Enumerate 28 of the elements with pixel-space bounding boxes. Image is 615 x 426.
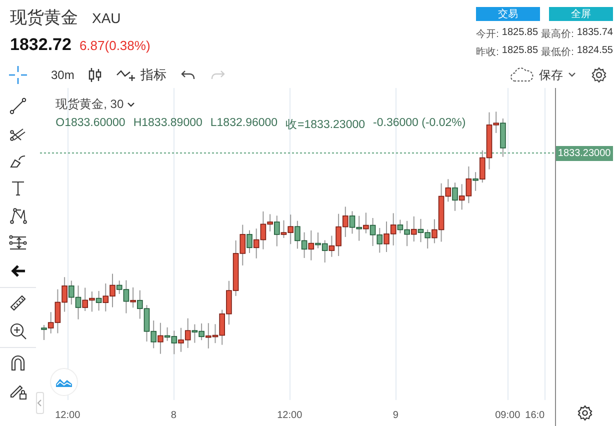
stat-value: 1825.85 [502, 45, 538, 58]
time-label: 9 [392, 410, 398, 421]
ohlc-value: 收=1833.23000 [286, 118, 366, 132]
time-label: 8 [170, 410, 176, 421]
stat-label: 昨收: [476, 46, 499, 59]
time-label: 09:00 [495, 410, 520, 421]
stat-label: 今开: [476, 28, 499, 41]
price-change: 6.87(0.38%) [79, 38, 150, 53]
instrument-title: 现货黄金 [10, 7, 78, 29]
ohlc-value: -0.36000 (-0.02%) [373, 117, 466, 131]
ohlc-value: O1833.60000 [56, 117, 126, 131]
time-label: 12:00 [55, 410, 80, 421]
stat-value: 1835.74 [576, 27, 613, 40]
ohlc-value: H1833.89000 [133, 117, 202, 131]
stat-value: 1825.85 [502, 27, 538, 40]
current-price-label: 1833.23000 [556, 146, 613, 161]
save-button[interactable]: 保存 [509, 66, 577, 84]
interval-button[interactable]: 30m [51, 68, 74, 82]
stat-label: 最低价: [541, 46, 574, 59]
price-value: 1832.72 [10, 35, 72, 55]
legend-title[interactable]: 现货黄金, 30 [56, 96, 466, 113]
ohlc-value: L1832.96000 [210, 117, 278, 131]
time-label: 12:00 [277, 410, 302, 421]
stat-label: 最高价: [541, 28, 574, 41]
symbol-label: XAU [92, 10, 121, 26]
stat-value: 1824.55 [576, 45, 613, 58]
time-label: 16:0 [525, 410, 545, 421]
indicators-button[interactable]: 指标 [116, 66, 166, 84]
